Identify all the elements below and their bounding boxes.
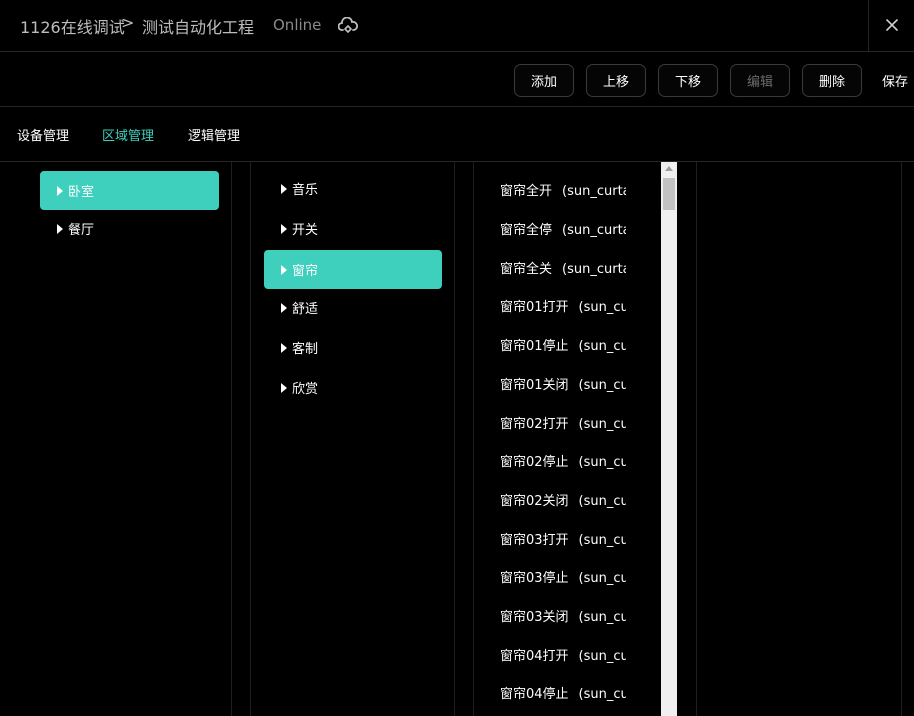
command-name: 窗帘04停止 — [500, 687, 569, 702]
scroll-thumb[interactable] — [663, 178, 675, 210]
breadcrumb-separator: > — [121, 13, 135, 32]
command-item[interactable]: 窗帘01关闭 (sun_cur — [500, 374, 626, 393]
command-item[interactable]: 窗帘03打开 (sun_cu — [500, 529, 626, 548]
expand-triangle-icon — [281, 183, 287, 194]
command-item[interactable]: 窗帘02打开 (sun_cu — [500, 413, 626, 432]
command-code: (sun_cu — [578, 417, 626, 432]
command-item[interactable]: 窗帘02停止 (sun_cu — [500, 451, 626, 470]
command-name: 窗帘全停 — [500, 223, 553, 238]
tab-bar: 设备管理 区域管理 逻辑管理 — [0, 107, 914, 162]
command-code: (sun_curta — [562, 184, 626, 199]
command-code: (sun_cu — [578, 533, 626, 548]
cloud-sync-icon[interactable] — [337, 16, 358, 35]
command-code: (sun_curta — [562, 262, 626, 277]
group-item-appreciate[interactable]: 欣赏 — [264, 368, 442, 407]
command-name: 窗帘01关闭 — [500, 378, 569, 393]
command-name: 窗帘01打开 — [500, 300, 569, 315]
expand-triangle-icon — [57, 223, 63, 234]
command-name: 窗帘02停止 — [500, 455, 569, 470]
column-divider — [473, 162, 474, 716]
command-list-scrollbar[interactable] — [661, 162, 677, 716]
command-name: 窗帘全关 — [500, 262, 553, 277]
add-button[interactable]: 添加 — [514, 64, 574, 97]
command-name: 窗帘全开 — [500, 184, 553, 199]
command-name: 窗帘01停止 — [500, 339, 569, 354]
area-item-bedroom[interactable]: 卧室 — [40, 171, 219, 210]
command-item[interactable]: 窗帘01打开 (sun_cur — [500, 296, 626, 315]
command-name: 窗帘03停止 — [500, 571, 569, 586]
column-divider — [250, 162, 251, 716]
command-item[interactable]: 窗帘03关闭 (sun_cu — [500, 606, 626, 625]
column-divider — [901, 162, 902, 716]
command-code: (sun_cu — [578, 455, 626, 470]
group-label: 客制 — [292, 342, 319, 357]
command-item[interactable]: 窗帘04打开 (sun_cu — [500, 645, 626, 664]
column-divider — [696, 162, 697, 716]
area-label: 餐厅 — [68, 223, 95, 238]
breadcrumb-project[interactable]: 1126在线调试 — [20, 14, 125, 38]
group-item-switch[interactable]: 开关 — [264, 209, 442, 248]
group-item-comfort[interactable]: 舒适 — [264, 288, 442, 327]
column-divider — [231, 162, 232, 716]
title-bar: 1126在线调试 > 测试自动化工程 Online — [0, 0, 914, 52]
group-label: 窗帘 — [292, 264, 319, 279]
group-label: 欣赏 — [292, 382, 319, 397]
tab-area-management[interactable]: 区域管理 — [102, 125, 154, 144]
expand-triangle-icon — [281, 264, 287, 275]
tab-logic-management[interactable]: 逻辑管理 — [188, 125, 240, 144]
area-label: 卧室 — [68, 185, 95, 200]
command-name: 窗帘02关闭 — [500, 494, 569, 509]
command-code: (sun_cu — [578, 687, 626, 702]
edit-button[interactable]: 编辑 — [730, 64, 790, 97]
command-item[interactable]: 窗帘04停止 (sun_cu — [500, 683, 626, 702]
move-down-button[interactable]: 下移 — [658, 64, 718, 97]
command-item[interactable]: 窗帘全关 (sun_curta — [500, 258, 626, 277]
command-code: (sun_cur — [578, 300, 626, 315]
group-item-curtain[interactable]: 窗帘 — [264, 250, 442, 289]
group-label: 音乐 — [292, 183, 319, 198]
command-code: (sun_cu — [578, 494, 626, 509]
expand-triangle-icon — [57, 185, 63, 196]
group-item-custom[interactable]: 客制 — [264, 328, 442, 367]
command-code: (sun_curta — [562, 223, 626, 238]
command-item[interactable]: 窗帘全停 (sun_curta — [500, 219, 626, 238]
scroll-up-arrow-icon[interactable] — [665, 166, 673, 171]
group-label: 舒适 — [292, 302, 319, 317]
command-code: (sun_cu — [578, 610, 626, 625]
expand-triangle-icon — [281, 223, 287, 234]
group-item-music[interactable]: 音乐 — [264, 169, 442, 208]
close-icon[interactable] — [884, 17, 900, 33]
area-item-dining[interactable]: 餐厅 — [40, 209, 219, 248]
connection-status: Online — [273, 16, 322, 34]
command-item[interactable]: 窗帘01停止 (sun_cur — [500, 335, 626, 354]
command-name: 窗帘04打开 — [500, 649, 569, 664]
expand-triangle-icon — [281, 342, 287, 353]
save-button[interactable]: 保存 — [878, 64, 912, 97]
breadcrumb-page: 测试自动化工程 — [142, 18, 255, 37]
command-code: (sun_cu — [578, 571, 626, 586]
close-button[interactable] — [868, 0, 914, 52]
expand-triangle-icon — [281, 382, 287, 393]
command-name: 窗帘03打开 — [500, 533, 569, 548]
command-item[interactable]: 窗帘03停止 (sun_cu — [500, 567, 626, 586]
command-item[interactable]: 窗帘02关闭 (sun_cu — [500, 490, 626, 509]
command-item[interactable]: 窗帘全开 (sun_curta — [500, 180, 626, 199]
delete-button[interactable]: 删除 — [802, 64, 862, 97]
expand-triangle-icon — [281, 302, 287, 313]
column-divider — [454, 162, 455, 716]
command-code: (sun_cur — [578, 339, 626, 354]
tab-device-management[interactable]: 设备管理 — [17, 125, 69, 144]
command-code: (sun_cu — [578, 649, 626, 664]
command-code: (sun_cur — [578, 378, 626, 393]
group-label: 开关 — [292, 223, 319, 238]
command-name: 窗帘02打开 — [500, 417, 569, 432]
move-up-button[interactable]: 上移 — [586, 64, 646, 97]
command-name: 窗帘03关闭 — [500, 610, 569, 625]
toolbar: 添加 上移 下移 编辑 删除 保存 — [0, 52, 914, 107]
